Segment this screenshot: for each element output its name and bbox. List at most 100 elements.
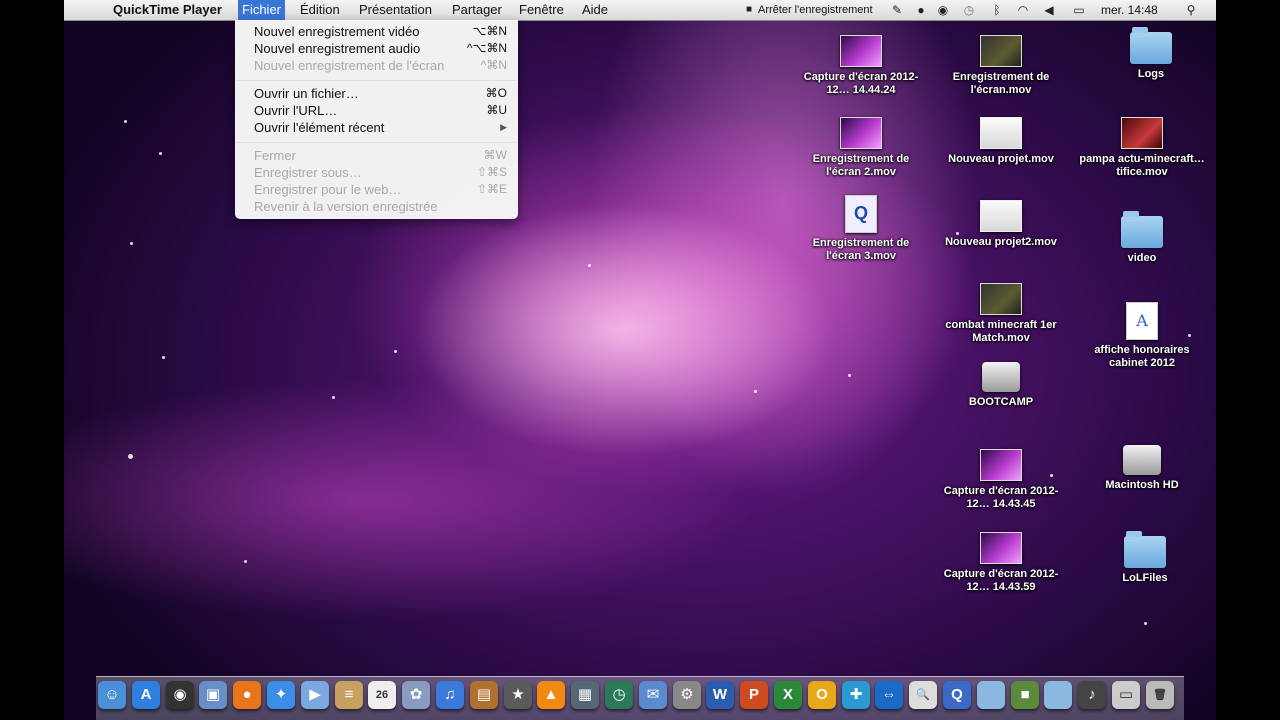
- menu-separator: [236, 142, 517, 143]
- powerpoint-icon[interactable]: P: [740, 681, 768, 709]
- menu-item-label: Fermer: [254, 148, 296, 163]
- skype-icon[interactable]: ●: [914, 3, 928, 17]
- stop-recording-label[interactable]: Arrêter l'enregistrement: [758, 0, 873, 20]
- folder-icon: [1121, 211, 1163, 248]
- desktop-icon-screenshot[interactable]: Capture d'écran 2012-12… 14.44.24: [796, 32, 926, 97]
- clock[interactable]: mer. 14:48: [1101, 0, 1158, 20]
- menu-bar: QuickTime Player Fichier Édition Présent…: [64, 0, 1216, 21]
- itunes-icon[interactable]: ♫: [436, 681, 464, 709]
- dashboard-icon[interactable]: ◉: [166, 681, 194, 709]
- script-icon[interactable]: ✎: [890, 3, 904, 17]
- bluetooth-icon[interactable]: ᛒ: [990, 3, 1004, 17]
- star: [162, 356, 165, 359]
- calendar-icon[interactable]: 26: [368, 681, 396, 709]
- time-machine-icon[interactable]: ◷: [605, 681, 633, 709]
- word-icon[interactable]: W: [706, 681, 734, 709]
- menu-item-shortcut: ⌘U: [486, 103, 507, 117]
- movie-thumbnail-icon: [980, 35, 1022, 67]
- folder-icon[interactable]: [977, 681, 1005, 709]
- desktop-icon-movie[interactable]: Nouveau projet2.mov: [936, 197, 1066, 249]
- desktop-icon-movie[interactable]: Enregistrement de l'écran.mov: [936, 32, 1066, 97]
- notes-icon[interactable]: ≡: [335, 681, 363, 709]
- star: [394, 350, 397, 353]
- status-icon[interactable]: ◉: [936, 3, 950, 17]
- menu-presentation[interactable]: Présentation: [355, 0, 436, 20]
- desktop-icon-screenshot[interactable]: Capture d'écran 2012-12… 14.43.45: [936, 446, 1066, 511]
- documents-folder-icon[interactable]: [1044, 681, 1072, 709]
- desktop-icon-folder[interactable]: LoLFiles: [1080, 531, 1210, 585]
- facetime-icon[interactable]: ▶: [301, 681, 329, 709]
- star: [128, 454, 133, 459]
- stop-recording-icon[interactable]: ■: [742, 3, 756, 17]
- desktop-icon-label: Nouveau projet.mov: [948, 153, 1054, 165]
- menu-partager[interactable]: Partager: [448, 0, 506, 20]
- menu-item-shortcut: ⌘W: [483, 148, 507, 162]
- menu-item-shortcut: ^⌥⌘N: [466, 41, 507, 55]
- safari-icon[interactable]: ✦: [267, 681, 295, 709]
- system-preferences-icon[interactable]: ⚙: [673, 681, 701, 709]
- imovie-icon[interactable]: ★: [504, 681, 532, 709]
- desktop-icon-disk[interactable]: Macintosh HD: [1077, 441, 1207, 492]
- menu-item-new-video-recording[interactable]: Nouvel enregistrement vidéo ⌥⌘N: [235, 23, 518, 40]
- app-menu[interactable]: QuickTime Player: [109, 0, 226, 20]
- outlook-icon[interactable]: O: [808, 681, 836, 709]
- menu-item-label: Revenir à la version enregistrée: [254, 199, 438, 214]
- wifi-icon[interactable]: ◠: [1016, 3, 1030, 17]
- desktop-icon-folder[interactable]: Logs: [1086, 27, 1216, 81]
- preview-icon[interactable]: ▣: [199, 681, 227, 709]
- excel-icon[interactable]: X: [774, 681, 802, 709]
- menu-aide[interactable]: Aide: [578, 0, 612, 20]
- menu-fenetre[interactable]: Fenêtre: [515, 0, 568, 20]
- quicktime-icon[interactable]: Q: [943, 681, 971, 709]
- messenger-icon[interactable]: ✚: [842, 681, 870, 709]
- spotlight-search-icon[interactable]: ⚲: [1184, 3, 1198, 17]
- desktop-icon-folder[interactable]: video: [1077, 211, 1207, 265]
- image-thumbnail-icon: [980, 532, 1022, 564]
- desktop-icon-label: Nouveau projet2.mov: [945, 236, 1057, 248]
- desktop-icon-document[interactable]: A affiche honoraires cabinet 2012: [1077, 302, 1207, 370]
- menu-item-shortcut: ^⌘N: [480, 58, 507, 72]
- menu-item-label: Enregistrer sous…: [254, 165, 362, 180]
- movie-thumbnail-icon: [1121, 117, 1163, 149]
- desktop-icon-movie[interactable]: combat minecraft 1er Match.mov: [936, 280, 1066, 345]
- trash-icon[interactable]: 🗑: [1146, 681, 1174, 709]
- battery-icon[interactable]: ▭: [1070, 3, 1088, 17]
- desktop-icon-screenshot[interactable]: Capture d'écran 2012-12… 14.43.59: [936, 529, 1066, 594]
- teamviewer-icon[interactable]: ⇔: [875, 681, 903, 709]
- photo-booth-icon[interactable]: ▤: [470, 681, 498, 709]
- menu-fichier[interactable]: Fichier: [238, 0, 286, 20]
- desktop-icon-movie[interactable]: pampa actu-minecraft…tifice.mov: [1077, 114, 1207, 179]
- menu-item-close: Fermer ⌘W: [235, 147, 518, 164]
- mission-control-icon[interactable]: ▦: [571, 681, 599, 709]
- desktop-icon-movie[interactable]: Enregistrement de l'écran 2.mov: [796, 114, 926, 179]
- volume-icon[interactable]: ◀: [1042, 3, 1056, 17]
- vlc-icon[interactable]: ▲: [537, 681, 565, 709]
- time-machine-icon[interactable]: ◷: [962, 3, 976, 17]
- menu-item-open-url[interactable]: Ouvrir l'URL… ⌘U: [235, 102, 518, 119]
- menu-edition[interactable]: Édition: [296, 0, 344, 20]
- desktop-icon-label: Capture d'écran 2012-12… 14.43.59: [943, 568, 1059, 593]
- desktop-icon-movie[interactable]: Q Enregistrement de l'écran 3.mov: [796, 195, 926, 263]
- desktop-icon-disk[interactable]: BOOTCAMP: [936, 358, 1066, 409]
- menu-item-label: Enregistrer pour le web…: [254, 182, 402, 197]
- menu-item-open-file[interactable]: Ouvrir un fichier… ⌘O: [235, 85, 518, 102]
- apple-menu-icon[interactable]: [80, 0, 88, 20]
- minecraft-icon[interactable]: ■: [1011, 681, 1039, 709]
- star: [244, 560, 247, 563]
- preview-doc-icon[interactable]: 🔍: [909, 681, 937, 709]
- submenu-arrow-icon: ▶: [500, 122, 507, 132]
- firefox-icon[interactable]: ●: [233, 681, 261, 709]
- folder-icon: [1130, 27, 1172, 64]
- menu-item-new-audio-recording[interactable]: Nouvel enregistrement audio ^⌥⌘N: [235, 40, 518, 57]
- finder-icon[interactable]: ☺: [98, 681, 126, 709]
- iphoto-icon[interactable]: ✿: [402, 681, 430, 709]
- desktop-icon-label: Macintosh HD: [1105, 479, 1179, 491]
- menu-item-open-recent[interactable]: Ouvrir l'élément récent ▶: [235, 119, 518, 136]
- garageband-icon[interactable]: ♪: [1078, 681, 1106, 709]
- desktop-icon-label: Enregistrement de l'écran 3.mov: [812, 237, 910, 262]
- downloads-stack-icon[interactable]: ▭: [1112, 681, 1140, 709]
- mail-icon[interactable]: ✉: [639, 681, 667, 709]
- menu-item-label: Ouvrir l'élément récent: [254, 120, 385, 135]
- desktop-icon-movie[interactable]: Nouveau projet.mov: [936, 114, 1066, 166]
- app-store-icon[interactable]: A: [132, 681, 160, 709]
